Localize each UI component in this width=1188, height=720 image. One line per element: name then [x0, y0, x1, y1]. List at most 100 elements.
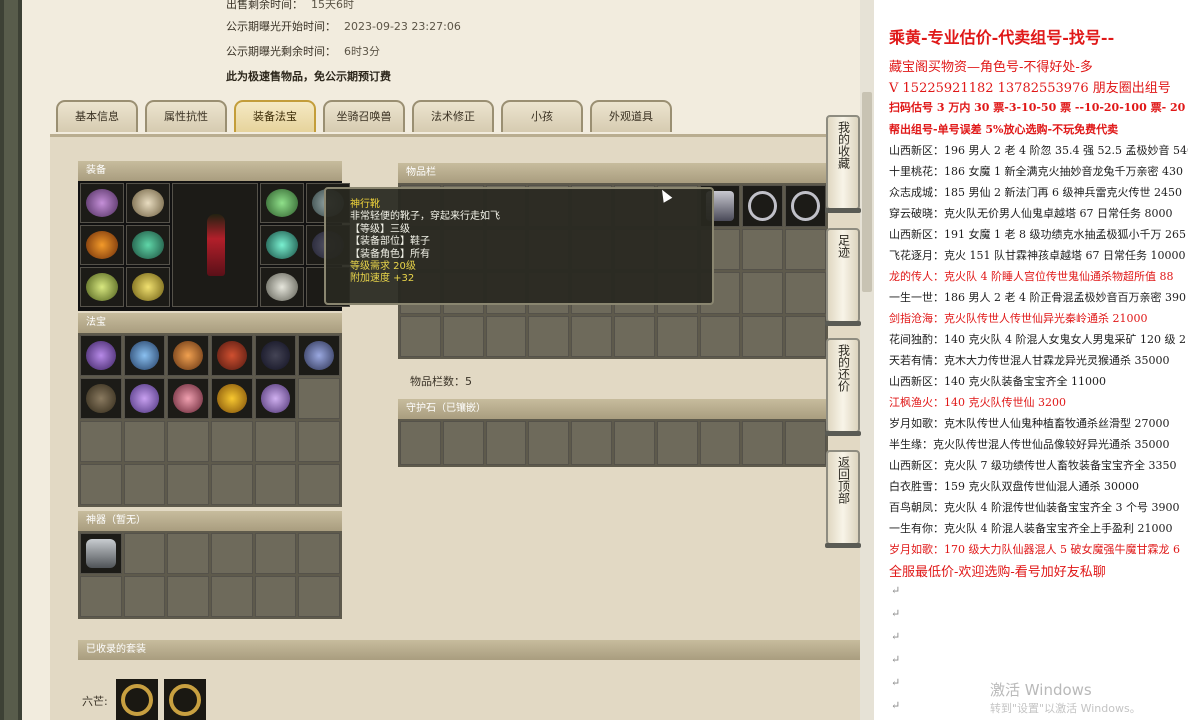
divine-slot[interactable]	[167, 533, 209, 574]
tab-children[interactable]: 小孩	[501, 100, 583, 132]
fabao-slot[interactable]	[123, 464, 166, 505]
divine-slot[interactable]	[123, 533, 166, 574]
equip-slot[interactable]	[80, 183, 124, 223]
fabao-slot[interactable]	[80, 335, 122, 376]
doc-line: 天若有情：克木大力传世混人甘霖龙异光灵猴通杀 35000	[889, 354, 1170, 367]
doc-line: 百鸟朝凤：克火队 4 阶混传世仙装备宝宝齐全 3 个号 3900	[889, 501, 1180, 514]
doc-line: 山西新区：克火队 7 级功绩传世人畜牧装备宝宝齐全 3350	[889, 459, 1177, 472]
fabao-slot[interactable]	[211, 421, 253, 462]
fabao-slot[interactable]	[80, 464, 122, 505]
publicity-remaining: 公示期曝光剩余时间： 6时3分	[226, 45, 380, 58]
equip-slot[interactable]	[126, 267, 170, 307]
doc-line: V 15225921182 13782553976 朋友圈出组号	[889, 81, 1171, 96]
my-favorites-button[interactable]: 我的收藏	[825, 115, 861, 213]
fabao-slot[interactable]	[167, 378, 209, 419]
divine-slot[interactable]	[254, 533, 297, 574]
set-icon[interactable]	[116, 679, 158, 720]
fabao-slot[interactable]	[211, 335, 253, 376]
item-detail-panel: 出售剩余时间： 15天6时 公示期曝光开始时间： 2023-09-23 23:27:…	[22, 0, 860, 720]
doc-line: 白衣胜雪：159 克火队双盘传世仙混人通杀 30000	[889, 480, 1139, 493]
paragraph-mark-icon: ↵	[891, 607, 901, 620]
fabao-slot[interactable]	[254, 335, 297, 376]
doc-line: 乘黄-专业估价-代卖组号-找号--	[889, 28, 1115, 47]
divine-slot[interactable]	[80, 576, 122, 617]
items-title: 物品栏	[398, 163, 828, 183]
doc-line: 花间独酌：140 克火队 4 阶混人女鬼女人男鬼采矿 120 级 2	[889, 333, 1186, 346]
remaining-time: 出售剩余时间： 15天6时	[226, 0, 354, 11]
equip-slot[interactable]	[80, 267, 124, 307]
tab-appearance[interactable]: 外观道具	[590, 100, 672, 132]
fabao-grid	[78, 333, 342, 507]
tab-equipment[interactable]: 装备法宝	[234, 100, 316, 132]
tooltip-desc: 非常轻便的靴子，穿起来行走如飞	[350, 211, 500, 223]
equip-slot[interactable]	[126, 183, 170, 223]
divine-slot[interactable]	[123, 576, 166, 617]
character-portrait	[172, 183, 258, 307]
fabao-slot[interactable]	[167, 335, 209, 376]
fabao-slot[interactable]	[167, 421, 209, 462]
footprint-button[interactable]: 足迹	[825, 228, 861, 326]
six-aura-label: 六芒:	[82, 695, 108, 708]
divine-slot[interactable]	[211, 533, 253, 574]
item-slot[interactable]	[742, 185, 784, 227]
doc-line: 龙的传人：克火队 4 阶睡人宫位传世鬼仙通杀物超所值 88	[889, 270, 1174, 283]
fabao-slot[interactable]	[167, 464, 209, 505]
page-scrollbar[interactable]	[860, 0, 874, 720]
doc-line: 十里桃花：186 女魔 1 新全满克火抽妙音龙兔千万亲密 430	[889, 165, 1183, 178]
doc-line: 一生一世：186 男人 2 老 4 阶正骨混孟极妙音百万亲密 390	[889, 291, 1186, 304]
divine-slot[interactable]	[298, 533, 340, 574]
divine-grid	[78, 531, 342, 619]
fabao-slot[interactable]	[123, 335, 166, 376]
equip-slot[interactable]	[260, 225, 304, 265]
tooltip-speed: 附加速度 +32	[350, 273, 415, 285]
equip-slot[interactable]	[260, 183, 304, 223]
fabao-slot[interactable]	[298, 421, 340, 462]
equip-slot[interactable]	[260, 267, 304, 307]
fabao-slot[interactable]	[80, 421, 122, 462]
doc-line: 剑指沧海：克火队传世人传世仙异光秦岭通杀 21000	[889, 312, 1148, 325]
doc-line: 飞花逐月：克火 151 队甘霖神孩卓越塔 67 日常任务 10000	[889, 249, 1186, 262]
item-slot[interactable]	[785, 185, 826, 227]
doc-line: 众志成城：185 男仙 2 新法门再 6 级神兵雷克火传世 2450	[889, 186, 1182, 199]
fabao-title: 法宝	[78, 313, 342, 333]
doc-line: 半生缘：克火队传世混人传世仙品像较好异光通杀 35000	[889, 438, 1170, 451]
fabao-slot[interactable]	[211, 464, 253, 505]
tooltip-level: 【等级】三级	[350, 223, 410, 235]
equip-slot[interactable]	[80, 225, 124, 265]
fabao-slot[interactable]	[123, 378, 166, 419]
my-counter-offer-button[interactable]: 我的还价	[825, 338, 861, 436]
fabao-slot[interactable]	[254, 378, 297, 419]
tab-mounts-pets[interactable]: 坐骑召唤兽	[323, 100, 405, 132]
fabao-slot[interactable]	[298, 378, 340, 419]
divine-slot[interactable]	[167, 576, 209, 617]
fabao-slot[interactable]	[211, 378, 253, 419]
divine-slot[interactable]	[80, 533, 122, 574]
collected-sets-title: 已收录的套装	[78, 640, 860, 660]
fabao-slot[interactable]	[254, 421, 297, 462]
doc-line: 岁月如歌：克木队传世人仙鬼种植畜牧通杀丝滑型 27000	[889, 417, 1170, 430]
divine-slot[interactable]	[254, 576, 297, 617]
fabao-slot[interactable]	[254, 464, 297, 505]
set-icon[interactable]	[164, 679, 206, 720]
equip-slot[interactable]	[126, 225, 170, 265]
equipment-title: 装备	[78, 161, 342, 181]
tab-attributes[interactable]: 属性抗性	[145, 100, 227, 132]
fabao-slot[interactable]	[298, 335, 340, 376]
fabao-slot[interactable]	[80, 378, 122, 419]
back-to-top-button[interactable]: 返回顶部	[825, 450, 861, 548]
divine-slot[interactable]	[211, 576, 253, 617]
tab-basic-info[interactable]: 基本信息	[56, 100, 138, 132]
doc-line: 江枫渔火：140 克火队传世仙 3200	[889, 396, 1066, 409]
text-document[interactable]: 乘黄-专业估价-代卖组号-找号-- 藏宝阁买物资—角色号-不得好处-多 V 15…	[874, 0, 1188, 720]
scrollbar-thumb[interactable]	[862, 92, 872, 292]
doc-line: 一生有你：克火队 4 阶混人装备宝宝齐全上手盈利 21000	[889, 522, 1173, 535]
tab-spell-correction[interactable]: 法术修正	[412, 100, 494, 132]
doc-line: 全服最低价-欢迎选购-看号加好友私聊	[889, 565, 1106, 580]
divine-slot[interactable]	[298, 576, 340, 617]
doc-line: 山西新区：191 女魔 1 老 8 级功绩克水抽孟极狐小千万 265	[889, 228, 1186, 241]
fabao-slot[interactable]	[123, 421, 166, 462]
fabao-slot[interactable]	[298, 464, 340, 505]
doc-line: 帮出组号-单号误差 5%放心选购-不玩免费代卖	[889, 123, 1119, 136]
doc-line: 山西新区：196 男人 2 老 4 阶忽 35.4 强 52.5 孟极妙音 54…	[889, 144, 1188, 157]
doc-line: 藏宝阁买物资—角色号-不得好处-多	[889, 60, 1093, 75]
